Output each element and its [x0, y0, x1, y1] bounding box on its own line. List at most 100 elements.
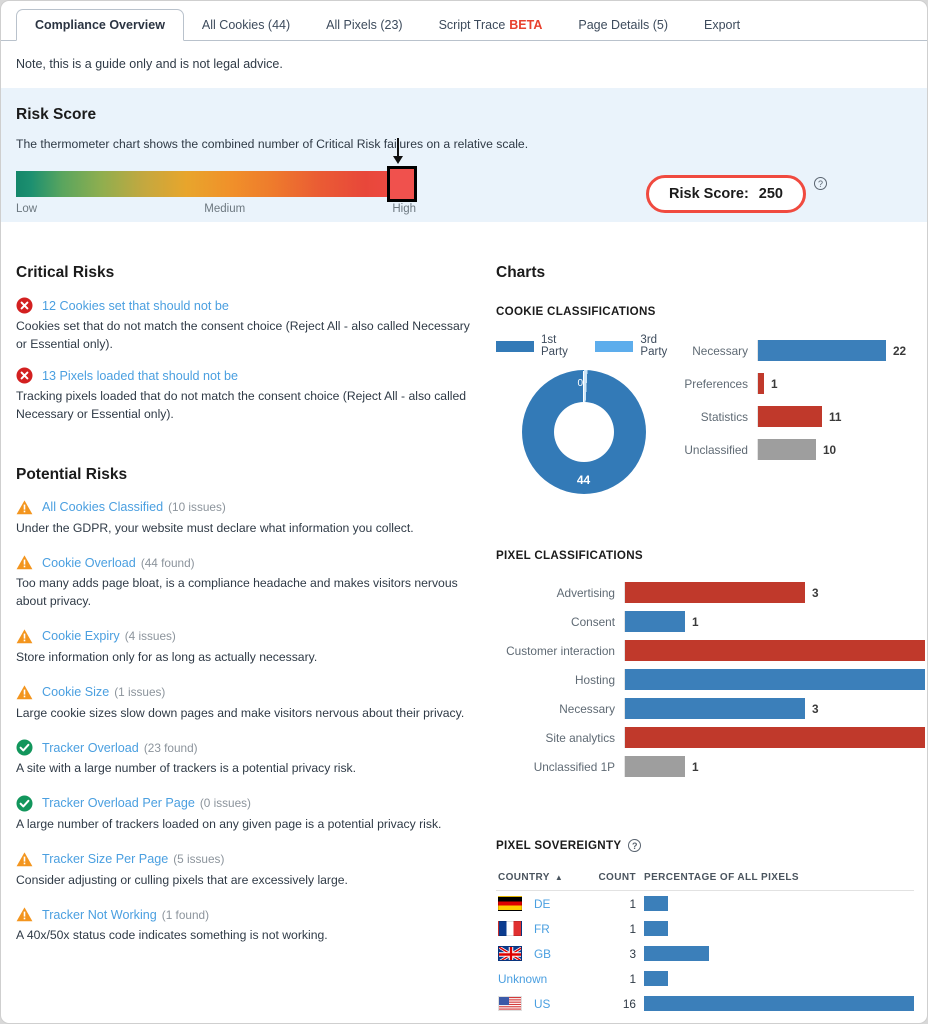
chart-title: COOKIE CLASSIFICATIONS	[496, 305, 656, 318]
table-header-row: COUNTRY ▲ COUNT PERCENTAGE OF ALL PIXELS	[496, 872, 914, 891]
potential-risk-link[interactable]: Cookie Size	[42, 685, 109, 699]
bar-label: Consent	[571, 614, 615, 629]
bar	[625, 611, 685, 632]
tab-page-details[interactable]: Page Details (5)	[560, 10, 686, 41]
bar-value: 1	[771, 376, 778, 391]
bar-row: Necessary 22	[679, 334, 914, 367]
count-value: 3	[629, 946, 636, 961]
bar	[625, 582, 805, 603]
bar-row: Statistics 11	[679, 400, 914, 433]
potential-risk-description: Too many adds page bloat, is a complianc…	[16, 576, 458, 609]
critical-risk-item: 12 Cookies set that should not be Cookie…	[16, 297, 476, 353]
risk-score-value: 250	[758, 186, 783, 202]
potential-risk-link[interactable]: All Cookies Classified	[42, 500, 163, 514]
bar-row: Unclassified 10	[679, 433, 914, 466]
tab-all-cookies[interactable]: All Cookies (44)	[184, 10, 308, 41]
potential-risk-item: Tracker Overload Per Page (0 issues) A l…	[16, 795, 476, 834]
us-flag-icon	[498, 996, 522, 1011]
critical-risk-item: 13 Pixels loaded that should not be Trac…	[16, 367, 476, 423]
guide-note: Note, this is a guide only and is not le…	[16, 57, 283, 71]
country-link[interactable]: FR	[534, 922, 550, 936]
bar-label: Necessary	[692, 343, 748, 358]
thermometer-chart: Low Medium High	[16, 138, 417, 215]
warning-triangle-icon	[16, 906, 33, 923]
potential-risk-item: All Cookies Classified (10 issues) Under…	[16, 499, 476, 538]
country-link[interactable]: Unknown	[498, 972, 547, 986]
potential-risk-count: (10 issues)	[168, 500, 226, 515]
critical-risk-description: Cookies set that do not match the consen…	[16, 319, 470, 351]
tab-compliance-overview[interactable]: Compliance Overview	[16, 9, 184, 41]
potential-risk-link[interactable]: Tracker Overload Per Page	[42, 796, 195, 810]
scale-label-high: High	[392, 203, 416, 215]
beta-badge: BETA	[509, 18, 543, 32]
critical-risk-description: Tracking pixels loaded that do not match…	[16, 389, 467, 422]
potential-risk-description: Consider adjusting or culling pixels tha…	[16, 872, 348, 887]
potential-risk-description: A 40x/50x status code indicates somethin…	[16, 928, 328, 943]
tab-label: All Cookies (44)	[201, 18, 291, 32]
potential-risk-description: A large number of trackers loaded on any…	[16, 816, 442, 831]
country-link[interactable]: US	[534, 997, 550, 1011]
critical-risk-link[interactable]: 13 Pixels loaded that should not be	[42, 369, 238, 383]
gb-flag-icon	[498, 946, 522, 961]
chart-title-row: PIXEL SOVEREIGNTY ?	[496, 839, 914, 852]
bar-value: 1	[692, 614, 699, 629]
country-link[interactable]: DE	[534, 897, 550, 911]
tab-bar: Compliance Overview All Cookies (44) All…	[1, 1, 927, 41]
help-icon[interactable]: ?	[814, 177, 827, 190]
country-link[interactable]: GB	[534, 947, 551, 961]
bar	[758, 406, 822, 427]
bar-label: Necessary	[559, 701, 615, 716]
percentage-bar	[644, 896, 669, 911]
tab-script-trace[interactable]: Script Trace BETA	[421, 10, 561, 41]
potential-risk-link[interactable]: Cookie Overload	[42, 556, 136, 570]
critical-risk-link[interactable]: 12 Cookies set that should not be	[42, 299, 229, 313]
percentage-bar	[644, 946, 709, 961]
help-icon[interactable]: ?	[628, 839, 642, 852]
potential-risk-item: Cookie Size (1 issues) Large cookie size…	[16, 684, 476, 723]
table-row: Unknown 1	[496, 966, 914, 991]
risks-column: Critical Risks 12 Cookies set that shoul…	[16, 264, 476, 1016]
bar-value: 3	[812, 585, 819, 600]
potential-risk-link[interactable]: Tracker Overload	[42, 741, 139, 755]
table-row: US 16	[496, 991, 914, 1016]
potential-risk-link[interactable]: Cookie Expiry	[42, 629, 120, 643]
donut-label-3rd-party: 0	[577, 378, 584, 389]
tab-label: Compliance Overview	[35, 18, 165, 32]
column-header-percentage[interactable]: PERCENTAGE OF ALL PIXELS	[644, 872, 914, 891]
charts-column: Charts COOKIE CLASSIFICATIONS 1st Party …	[476, 264, 925, 1016]
bar-label: Unclassified 1P	[533, 759, 615, 774]
chart-title: PIXEL CLASSIFICATIONS	[496, 549, 643, 562]
tab-label: All Pixels (23)	[326, 18, 403, 32]
warning-triangle-icon	[16, 628, 33, 645]
bar	[625, 669, 925, 690]
tab-label: Export	[704, 18, 741, 32]
error-circle-icon	[16, 297, 33, 314]
bar-row: Site analytics 5	[496, 723, 925, 752]
legend-label-1st-party: 1st Party	[541, 334, 568, 358]
thermometer-marker	[387, 166, 417, 202]
potential-risk-count: (23 found)	[143, 740, 198, 755]
donut-label-1st-party: 44	[576, 473, 591, 487]
bar-value: 3	[812, 701, 819, 716]
thermometer-arrow-icon	[393, 138, 403, 164]
percentage-bar	[644, 996, 914, 1011]
tab-export[interactable]: Export	[686, 10, 758, 41]
warning-triangle-icon	[16, 499, 33, 516]
count-value: 1	[629, 971, 636, 986]
sort-ascending-icon: ▲	[554, 873, 564, 882]
cookie-category-bars: Necessary 22 Preferences 1 Statistics 11	[671, 334, 914, 494]
tab-label: Page Details (5)	[578, 18, 668, 32]
warning-triangle-icon	[16, 554, 33, 571]
bar-label: Statistics	[700, 409, 748, 424]
potential-risk-link[interactable]: Tracker Not Working	[42, 908, 157, 922]
percentage-bar	[644, 921, 669, 936]
column-header-country[interactable]: COUNTRY ▲	[496, 872, 592, 891]
tab-all-pixels[interactable]: All Pixels (23)	[308, 10, 420, 41]
critical-risks-heading: Critical Risks	[16, 264, 115, 281]
cookie-classifications-chart: COOKIE CLASSIFICATIONS 1st Party 3rd Par…	[496, 305, 914, 494]
column-header-count[interactable]: COUNT	[592, 872, 644, 891]
potential-risk-count: (1 issues)	[114, 685, 166, 699]
fr-flag-icon	[498, 921, 522, 936]
bar-value: 10	[823, 442, 837, 457]
potential-risk-link[interactable]: Tracker Size Per Page	[42, 852, 168, 866]
